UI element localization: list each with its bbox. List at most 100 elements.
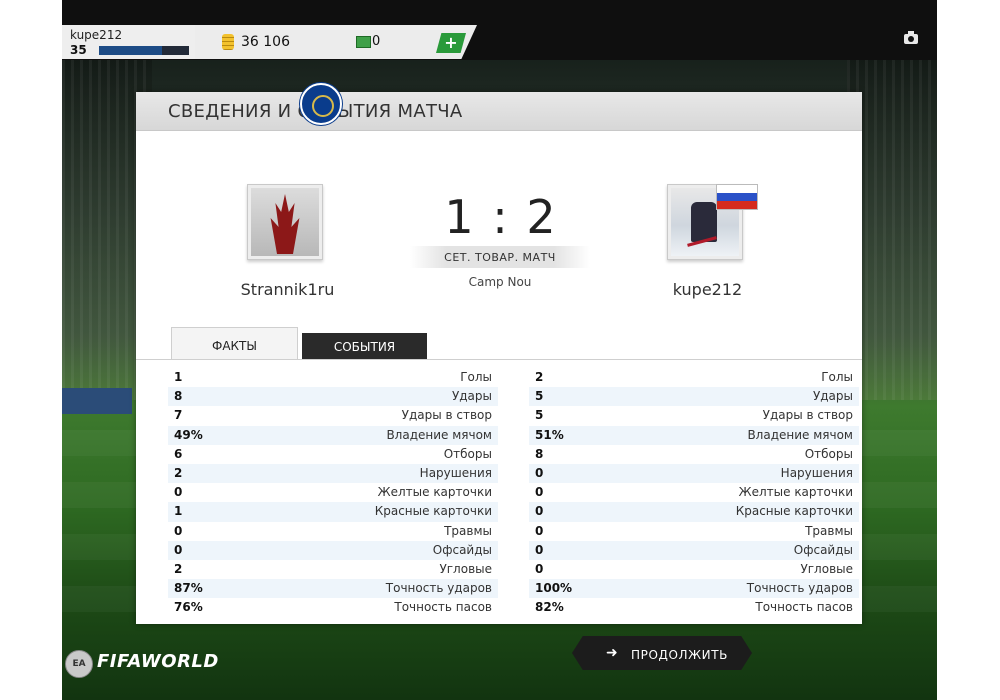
username: kupe212 xyxy=(70,28,123,42)
stat-label: Желтые карточки xyxy=(738,485,853,500)
stat-row: 0 Травмы xyxy=(168,522,498,541)
stat-row: 6 Отборы xyxy=(168,445,498,464)
stat-value: 0 xyxy=(535,465,544,480)
stat-row: 0 Угловые xyxy=(529,560,859,579)
stat-value: 76% xyxy=(174,600,203,615)
coins-icon xyxy=(222,34,234,50)
stat-value: 2 xyxy=(535,370,544,384)
stat-row: 51% Владение мячом xyxy=(529,425,859,445)
stat-label: Желтые карточки xyxy=(377,485,492,500)
stat-label: Угловые xyxy=(439,561,492,576)
xp-bar-fill xyxy=(99,46,162,55)
camera-icon[interactable] xyxy=(904,31,918,44)
stat-value: 49% xyxy=(174,427,203,442)
stat-row: 5 Удары xyxy=(529,387,859,407)
stat-value: 82% xyxy=(535,600,564,615)
stat-row: 5 Удары в створ xyxy=(529,406,859,425)
stat-value: 0 xyxy=(535,523,544,538)
stat-label: Нарушения xyxy=(780,465,853,480)
user-level: 35 xyxy=(70,43,87,57)
stat-row: 0 Офсайды xyxy=(529,540,859,560)
stat-value: 0 xyxy=(535,485,544,500)
tab-events[interactable]: СОБЫТИЯ xyxy=(302,333,427,360)
team1-emblem xyxy=(251,188,319,256)
stat-value: 5 xyxy=(535,408,544,423)
stat-value: 0 xyxy=(174,485,183,500)
stat-row: 1 Голы xyxy=(168,368,498,387)
stat-label: Нарушения xyxy=(419,465,492,480)
stat-label: Точность ударов xyxy=(746,581,853,596)
stat-label: Красные карточки xyxy=(374,504,492,519)
stat-value: 2 xyxy=(174,561,183,576)
continue-label[interactable]: ПРОДОЛЖИТЬ xyxy=(631,648,728,662)
stat-row: 1 Красные карточки xyxy=(168,502,498,522)
stat-row: 49% Владение мячом xyxy=(168,425,498,445)
team1-crest xyxy=(247,184,323,260)
top-bar: kupe212 35 36 106 0 + xyxy=(62,0,937,60)
stat-label: Владение мячом xyxy=(386,427,492,442)
cash-balance: 0 xyxy=(372,34,381,49)
stat-row: 76% Точность пасов xyxy=(168,598,498,617)
coins-balance: 36 106 xyxy=(241,34,290,50)
team1-stats-list: 1 Голы 8 Удары 7 Удары в створ 49% Владение мяч… xyxy=(168,368,498,617)
stat-label: Угловые xyxy=(800,561,853,576)
stat-value: 8 xyxy=(535,446,544,461)
stat-value: 0 xyxy=(535,504,544,519)
stat-row: 82% Точность пасов xyxy=(529,598,859,617)
team1-name: Strannik1ru xyxy=(240,280,335,299)
stat-label: Точность пасов xyxy=(755,600,853,615)
stat-row: 8 Отборы xyxy=(529,445,859,464)
stat-value: 0 xyxy=(535,561,544,576)
stat-row: 2 Угловые xyxy=(168,560,498,579)
stat-label: Владение мячом xyxy=(747,427,853,442)
stat-value: 5 xyxy=(535,389,544,404)
flame-emblem-icon xyxy=(270,194,300,254)
stat-row: 0 Желтые карточки xyxy=(529,483,859,502)
xp-bar xyxy=(99,46,189,55)
stat-value: 0 xyxy=(535,542,544,557)
stat-value: 6 xyxy=(174,446,183,461)
stat-row: 2 Нарушения xyxy=(168,463,498,484)
team2-stats-list: 2 Голы 5 Удары 5 Удары в створ 51% Владение мяч… xyxy=(529,368,859,617)
match-type: СЕТ. ТОВАР. МАТЧ xyxy=(444,251,556,264)
stat-label: Красные карточки xyxy=(735,504,853,519)
stat-value: 2 xyxy=(174,465,183,480)
panel-header: СВЕДЕНИЯ И СОБЫТИЯ МАТЧА xyxy=(136,92,862,131)
stat-label: Отборы xyxy=(804,446,853,461)
russia-flag-icon xyxy=(716,184,758,210)
stat-label: Точность пасов xyxy=(394,600,492,615)
stat-row: 100% Точность ударов xyxy=(529,579,859,599)
stat-value: 100% xyxy=(535,581,573,596)
stat-row: 2 Голы xyxy=(529,368,859,387)
stat-row: 0 Травмы xyxy=(529,522,859,541)
user-box[interactable]: kupe212 35 xyxy=(62,25,196,59)
stat-value: 1 xyxy=(174,504,183,519)
stat-label: Точность ударов xyxy=(385,581,492,596)
stat-label: Голы xyxy=(821,370,853,384)
stat-row: 0 Офсайды xyxy=(168,540,498,560)
tab-divider xyxy=(136,359,862,360)
club-badge-icon xyxy=(300,83,342,125)
match-venue: Camp Nou xyxy=(468,275,532,289)
tab-facts[interactable]: ФАКТЫ xyxy=(171,327,298,360)
stat-row: 0 Красные карточки xyxy=(529,502,859,522)
stat-value: 8 xyxy=(174,389,183,404)
stat-value: 0 xyxy=(174,523,183,538)
stat-label: Голы xyxy=(460,370,492,384)
arrow-right-icon[interactable]: ➜ xyxy=(606,645,618,661)
stat-row: 8 Удары xyxy=(168,387,498,407)
stat-label: Офсайды xyxy=(793,542,853,557)
fifaworld-logo: EA FIFAWORLD xyxy=(65,648,218,678)
stat-label: Удары xyxy=(812,389,853,404)
stat-value: 87% xyxy=(174,581,203,596)
stat-value: 1 xyxy=(174,370,183,384)
stat-label: Отборы xyxy=(443,446,492,461)
cash-icon xyxy=(356,36,371,48)
stat-label: Офсайды xyxy=(432,542,492,557)
brand-text: FIFAWORLD xyxy=(97,651,219,672)
stat-value: 51% xyxy=(535,427,564,442)
ea-sports-logo: EA xyxy=(65,650,93,678)
stat-row: 0 Желтые карточки xyxy=(168,483,498,502)
stat-label: Травмы xyxy=(444,523,492,538)
team2-name: kupe212 xyxy=(672,280,743,299)
